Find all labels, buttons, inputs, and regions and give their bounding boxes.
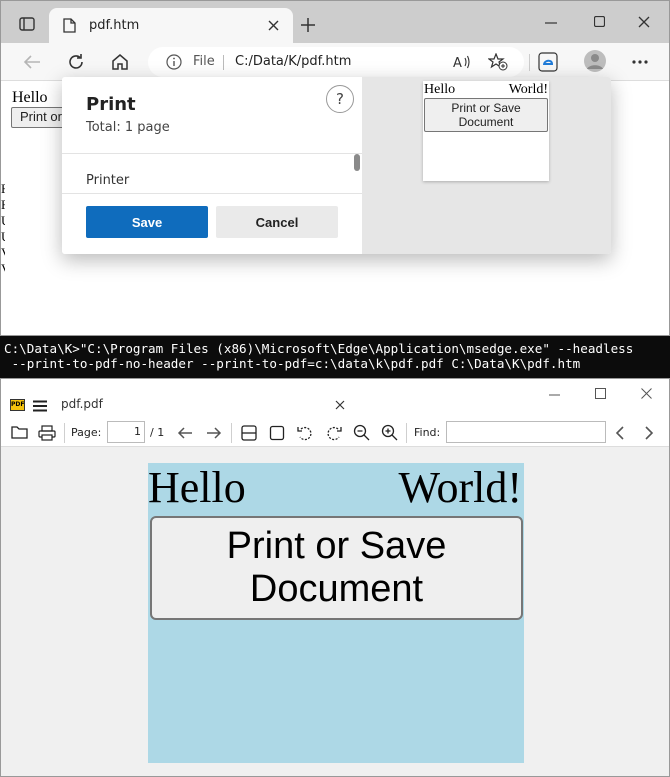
find-previous-icon[interactable]	[615, 426, 625, 440]
page-icon	[63, 18, 76, 33]
cancel-button[interactable]: Cancel	[216, 206, 338, 238]
hamburger-menu-icon[interactable]	[33, 400, 47, 412]
edge-mark: F	[1, 181, 5, 197]
command-console: C:\Data\K>"C:\Program Files (x86)\Micros…	[0, 336, 670, 378]
pdf-toolbar: Page: 1 / 1 Find:	[1, 419, 669, 447]
pdf-viewer-window: PDF pdf.pdf Page: 1 / 1 Find: Hello Worl…	[0, 378, 670, 777]
document-button-line: Print or Save	[226, 525, 447, 567]
preview-print-button: Print or Save Document	[424, 98, 548, 132]
document-hello-text: Hello	[148, 463, 246, 512]
edge-extension-icon[interactable]	[538, 52, 558, 72]
edge-mark: V	[1, 261, 5, 277]
printer-label: Printer	[86, 173, 130, 188]
document-button-line: Document	[249, 568, 424, 610]
preview-world-text: World!	[508, 82, 548, 97]
read-aloud-icon[interactable]: A	[453, 54, 471, 70]
toolbar-separator	[231, 423, 232, 443]
close-tab-icon[interactable]	[268, 20, 279, 31]
pdf-page: Hello World! Print or Save Document	[148, 463, 524, 763]
save-button[interactable]: Save	[86, 206, 208, 238]
close-document-icon[interactable]	[335, 400, 345, 410]
page-total: / 1	[150, 426, 165, 439]
page-left-edge-text: F F U U V V	[1, 181, 5, 277]
help-button[interactable]: ?	[326, 85, 354, 113]
close-window-icon[interactable]	[641, 388, 652, 399]
console-line: C:\Data\K>"C:\Program Files (x86)\Micros…	[4, 341, 634, 356]
edge-mark: V	[1, 245, 5, 261]
pdf-app-icon: PDF	[10, 399, 25, 411]
edge-mark: F	[1, 197, 5, 213]
document-print-button: Print or Save Document	[150, 516, 523, 620]
browser-titlebar: pdf.htm	[1, 1, 669, 43]
zoom-in-icon[interactable]	[381, 424, 398, 441]
print-preview-panel: Hello World! Print or Save Document	[362, 77, 611, 254]
home-icon[interactable]	[111, 53, 129, 70]
print-total-pages: Total: 1 page	[86, 120, 170, 135]
fit-width-icon[interactable]	[241, 425, 257, 441]
browser-tab[interactable]: pdf.htm	[49, 8, 293, 43]
page-number-value: 1	[134, 425, 141, 438]
print-icon[interactable]	[38, 425, 56, 441]
print-dialog: Print Total: 1 page ? Printer Save Cance…	[62, 77, 611, 254]
toolbar-separator	[406, 423, 407, 443]
minimize-icon[interactable]	[549, 394, 560, 396]
fit-page-icon[interactable]	[269, 425, 285, 441]
new-tab-icon[interactable]	[301, 18, 315, 32]
zoom-out-icon[interactable]	[353, 424, 370, 441]
address-bar[interactable]: File C:/Data/K/pdf.htm A	[148, 47, 524, 77]
back-icon[interactable]	[23, 54, 41, 70]
next-page-icon[interactable]	[206, 426, 222, 440]
open-folder-icon[interactable]	[11, 425, 29, 440]
rotate-right-icon[interactable]	[325, 425, 342, 441]
minimize-icon[interactable]	[545, 22, 557, 24]
maximize-icon[interactable]	[595, 388, 606, 399]
favorite-add-icon[interactable]	[488, 53, 508, 71]
edge-mark: U	[1, 213, 5, 229]
toolbar-separator	[64, 423, 65, 443]
pdf-tab-title: pdf.pdf	[61, 397, 103, 411]
address-divider	[223, 55, 224, 70]
page-hello-text: Hello	[12, 89, 48, 106]
tab-title: pdf.htm	[89, 18, 140, 33]
document-world-text: World!	[398, 463, 522, 512]
page-number-input[interactable]: 1	[107, 421, 145, 443]
preview-page: Hello World! Print or Save Document	[423, 81, 549, 181]
svg-text:A: A	[453, 56, 462, 70]
tab-actions-icon[interactable]	[19, 17, 35, 31]
browser-window: pdf.htm File C:/Data/K/pdf.htm A Hello P…	[0, 0, 670, 336]
url-text: C:/Data/K/pdf.htm	[235, 54, 352, 69]
print-settings-panel: Print Total: 1 page ? Printer Save Cance…	[62, 77, 362, 254]
close-window-icon[interactable]	[638, 16, 650, 28]
address-toolbar: File C:/Data/K/pdf.htm A	[1, 43, 669, 81]
pdf-titlebar: PDF pdf.pdf	[1, 379, 669, 419]
profile-avatar-icon[interactable]	[584, 50, 606, 72]
maximize-icon[interactable]	[594, 16, 605, 27]
previous-page-icon[interactable]	[177, 426, 193, 440]
site-scheme-label: File	[193, 54, 215, 69]
settings-scrollbar[interactable]	[354, 154, 360, 171]
find-label: Find:	[414, 426, 441, 439]
find-next-icon[interactable]	[644, 426, 654, 440]
divider	[62, 153, 362, 154]
rotate-left-icon[interactable]	[297, 425, 314, 441]
edge-mark: U	[1, 229, 5, 245]
print-dialog-title: Print	[86, 94, 136, 115]
preview-hello-text: Hello	[424, 82, 456, 97]
more-menu-icon[interactable]	[632, 60, 648, 64]
toolbar-divider	[529, 54, 530, 71]
page-label: Page:	[71, 426, 102, 439]
console-line: --print-to-pdf-no-header --print-to-pdf=…	[4, 356, 581, 371]
divider	[62, 193, 362, 194]
info-icon[interactable]	[166, 54, 182, 70]
refresh-icon[interactable]	[67, 53, 85, 71]
find-input[interactable]	[446, 421, 606, 443]
